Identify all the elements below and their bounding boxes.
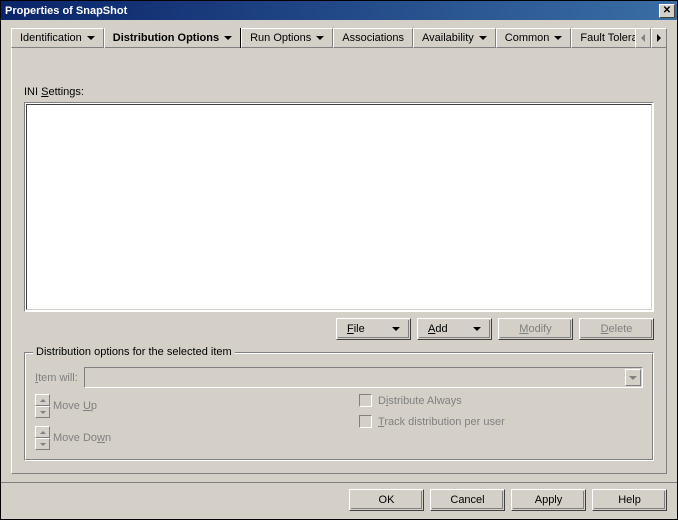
track-distribution-checkbox[interactable] bbox=[359, 415, 372, 428]
dialog-content: Identification Distribution Options INI … bbox=[1, 20, 677, 482]
distribution-options-group: Distribution options for the selected it… bbox=[24, 352, 654, 461]
distribute-always-checkbox[interactable] bbox=[359, 394, 372, 407]
chevron-down-icon bbox=[224, 36, 232, 40]
tab-fault-tolerance[interactable]: Fault Toleran bbox=[571, 28, 635, 48]
chevron-down-icon bbox=[479, 36, 487, 40]
track-distribution-row: Track distribution per user bbox=[359, 415, 643, 428]
modify-button[interactable]: Modify bbox=[498, 318, 573, 340]
chevron-down-icon bbox=[473, 327, 481, 331]
track-distribution-label: Track distribution per user bbox=[378, 416, 505, 428]
close-button[interactable]: ✕ bbox=[659, 4, 675, 18]
group-two-columns: Move Up Move Down D bbox=[35, 394, 643, 450]
tab-label: Distribution Options bbox=[113, 32, 219, 44]
delete-button[interactable]: Delete bbox=[579, 318, 654, 340]
arrow-up-icon bbox=[40, 431, 46, 434]
item-will-combo[interactable] bbox=[84, 367, 643, 388]
move-up-spinner[interactable] bbox=[35, 394, 50, 418]
move-down-spinner[interactable] bbox=[35, 426, 50, 450]
move-down-row: Move Down bbox=[35, 426, 319, 450]
arrow-up-icon bbox=[40, 399, 46, 402]
button-label: Apply bbox=[535, 494, 563, 506]
ok-button[interactable]: OK bbox=[349, 489, 424, 511]
titlebar: Properties of SnapShot ✕ bbox=[1, 1, 677, 20]
tab-label: Fault Toleran bbox=[580, 32, 635, 44]
tab-scroll-controls bbox=[635, 28, 667, 48]
item-will-label: Item will: bbox=[35, 372, 78, 384]
file-button[interactable]: File bbox=[336, 318, 411, 340]
tab-identification[interactable]: Identification bbox=[11, 28, 104, 48]
ini-settings-listbox[interactable] bbox=[24, 102, 654, 312]
tab-label: Run Options bbox=[250, 32, 311, 44]
tab-common[interactable]: Common bbox=[496, 28, 572, 48]
tab-label: Identification bbox=[20, 32, 82, 44]
tab-label: Associations bbox=[342, 32, 404, 44]
add-button[interactable]: Add bbox=[417, 318, 492, 340]
button-label: Help bbox=[618, 494, 641, 506]
tab-label: Common bbox=[505, 32, 550, 44]
button-label: OK bbox=[379, 494, 395, 506]
tab-scroll-left[interactable] bbox=[635, 28, 651, 48]
chevron-down-icon bbox=[87, 36, 95, 40]
chevron-down-icon bbox=[392, 327, 400, 331]
combo-dropdown-button[interactable] bbox=[625, 369, 641, 386]
apply-button[interactable]: Apply bbox=[511, 489, 586, 511]
arrow-down-icon bbox=[40, 443, 46, 446]
button-label: Modify bbox=[519, 323, 551, 335]
dialog-footer: OK Cancel Apply Help bbox=[1, 482, 677, 519]
tab-availability[interactable]: Availability bbox=[413, 28, 496, 48]
chevron-down-icon bbox=[316, 36, 324, 40]
button-label: Add bbox=[428, 323, 448, 335]
tab-run-options[interactable]: Run Options bbox=[241, 28, 333, 48]
help-button[interactable]: Help bbox=[592, 489, 667, 511]
tab-panel: INI Settings: File Add Modify bbox=[11, 48, 667, 474]
ini-settings-label: INI Settings: bbox=[24, 86, 654, 98]
tab-label: Availability bbox=[422, 32, 474, 44]
arrow-left-icon bbox=[641, 34, 645, 42]
item-will-row: Item will: bbox=[35, 367, 643, 388]
tab-scroll-right[interactable] bbox=[651, 28, 667, 48]
cancel-button[interactable]: Cancel bbox=[430, 489, 505, 511]
arrow-right-icon bbox=[657, 34, 661, 42]
chevron-down-icon bbox=[629, 376, 637, 380]
titlebar-title: Properties of SnapShot bbox=[5, 5, 659, 17]
distribute-always-row: Distribute Always bbox=[359, 394, 643, 407]
tab-associations[interactable]: Associations bbox=[333, 28, 413, 48]
groupbox-legend: Distribution options for the selected it… bbox=[33, 346, 235, 358]
button-label: File bbox=[347, 323, 365, 335]
distribute-always-label: Distribute Always bbox=[378, 395, 462, 407]
move-up-label: Move Up bbox=[53, 400, 97, 412]
close-icon: ✕ bbox=[663, 6, 671, 16]
button-label: Cancel bbox=[450, 494, 484, 506]
properties-dialog: Properties of SnapShot ✕ Identification … bbox=[0, 0, 678, 520]
listbox-actions: File Add Modify Delete bbox=[24, 318, 654, 340]
button-label: Delete bbox=[601, 323, 633, 335]
move-up-row: Move Up bbox=[35, 394, 319, 418]
move-down-label: Move Down bbox=[53, 432, 111, 444]
arrow-down-icon bbox=[40, 411, 46, 414]
chevron-down-icon bbox=[554, 36, 562, 40]
